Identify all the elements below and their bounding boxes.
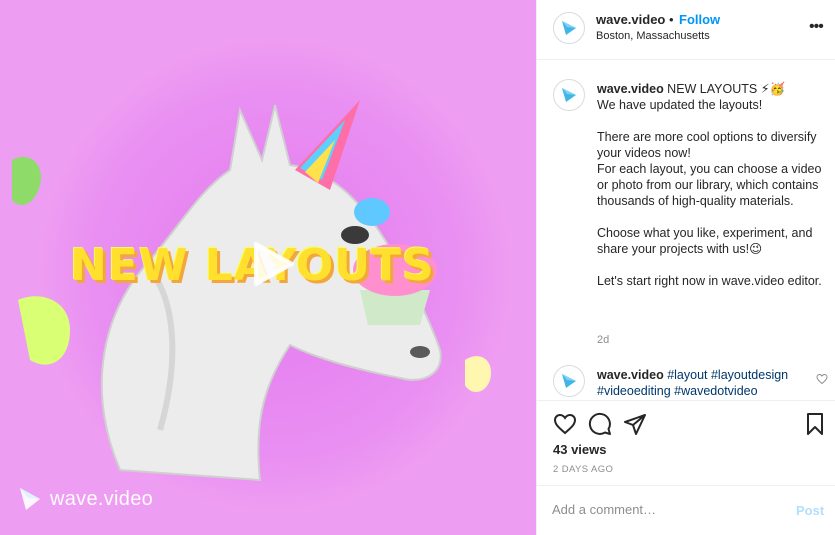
more-options-icon[interactable]: ••• (809, 18, 825, 38)
post-details-panel: wave.video • Follow Boston, Massachusett… (536, 0, 835, 535)
post-date[interactable]: 2 DAYS AGO (553, 464, 613, 475)
comment-input[interactable] (552, 502, 782, 517)
follow-button[interactable]: Follow (679, 12, 720, 27)
heart-icon[interactable] (553, 412, 577, 436)
post-media[interactable]: NEW LAYOUTS wave.video (0, 0, 536, 535)
wave-video-logo-icon (562, 88, 576, 102)
hashtag-link[interactable]: #layoutdesign (711, 368, 788, 382)
comments-list[interactable]: wave.video NEW LAYOUTS ⚡🥳 We have update… (537, 61, 835, 401)
action-bar: 43 views 2 DAYS AGO (537, 402, 835, 486)
location-link[interactable]: Boston, Massachusetts (596, 30, 710, 42)
share-icon[interactable] (623, 412, 647, 436)
bookmark-icon[interactable] (803, 412, 827, 436)
comment-bar: Post (537, 486, 835, 535)
wave-video-logo-icon (562, 374, 576, 388)
post-header: wave.video • Follow Boston, Massachusett… (537, 0, 835, 60)
comment-icon[interactable] (588, 412, 612, 436)
watermark-text: wave.video (50, 487, 154, 510)
caption: wave.video NEW LAYOUTS ⚡🥳 We have update… (597, 81, 827, 289)
play-icon[interactable] (240, 234, 300, 294)
separator-dot: • (669, 12, 674, 27)
avatar[interactable] (553, 12, 585, 44)
caption-username[interactable]: wave.video (597, 82, 664, 96)
wave-video-logo-icon (562, 21, 576, 35)
avatar[interactable] (553, 365, 585, 397)
hashtag-link[interactable]: #layout (667, 368, 707, 382)
wave-video-logo-icon (20, 488, 40, 510)
hashtag-comment: wave.video #layout #layoutdesign #videoe… (597, 367, 807, 399)
hashtag-link[interactable]: #wavedotvideo (674, 384, 757, 398)
comment-username[interactable]: wave.video (597, 368, 664, 382)
post-button[interactable]: Post (796, 503, 824, 518)
hashtag-link[interactable]: #videoediting (597, 384, 671, 398)
caption-text: NEW LAYOUTS ⚡🥳 We have updated the layou… (597, 82, 822, 288)
caption-timestamp[interactable]: 2d (597, 334, 609, 346)
avatar[interactable] (553, 79, 585, 111)
header-username[interactable]: wave.video (596, 12, 665, 27)
views-count[interactable]: 43 views (553, 442, 607, 457)
watermark: wave.video (18, 486, 153, 512)
like-comment-heart-icon[interactable] (816, 373, 828, 385)
